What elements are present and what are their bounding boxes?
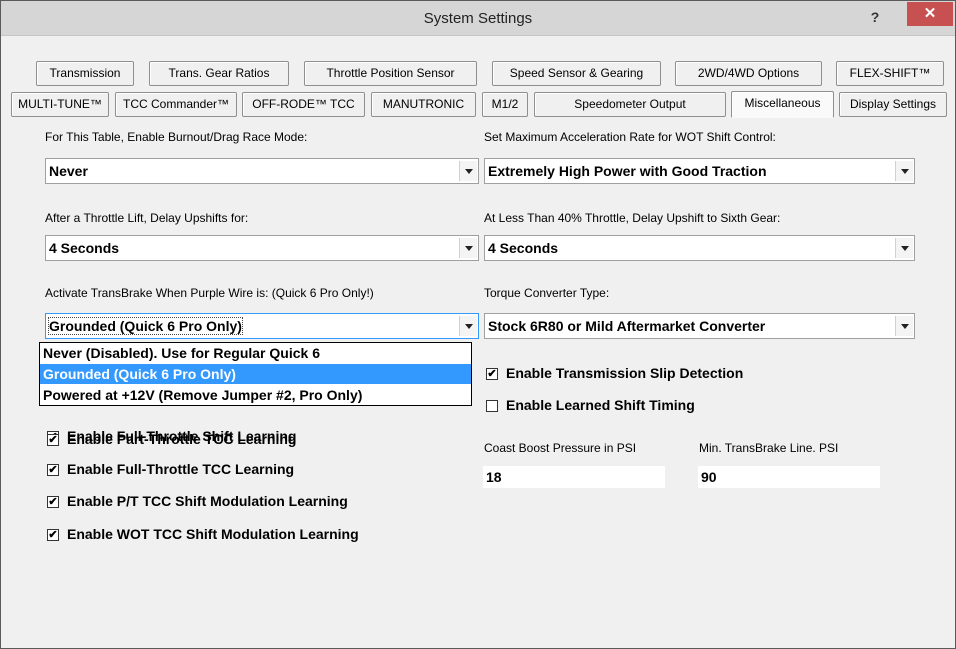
chevron-down-icon[interactable] <box>459 161 477 181</box>
check-icon[interactable]: ✔ <box>486 368 498 380</box>
transbrake-label: Activate TransBrake When Purple Wire is:… <box>45 286 374 300</box>
min-transbrake-input[interactable]: 90 <box>697 465 881 489</box>
chevron-down-icon[interactable] <box>459 316 477 336</box>
transbrake-select[interactable]: Grounded (Quick 6 Pro Only) <box>45 313 479 339</box>
checkbox-label: Enable Learned Shift Timing <box>506 397 695 413</box>
title-bar[interactable]: System Settings ? ✕ <box>1 1 955 36</box>
tab-display-settings[interactable]: Display Settings <box>839 92 947 117</box>
transbrake-option-never[interactable]: Never (Disabled). Use for Regular Quick … <box>40 343 471 363</box>
check-icon[interactable]: ✔ <box>47 529 59 541</box>
accel-rate-value: Extremely High Power with Good Traction <box>488 163 767 179</box>
tab-multi-tune[interactable]: MULTI-TUNE™ <box>11 92 109 117</box>
delay-upshift-label: After a Throttle Lift, Delay Upshifts fo… <box>45 211 249 225</box>
check-icon[interactable]: ✔ <box>47 434 59 446</box>
converter-type-label: Torque Converter Type: <box>484 286 610 300</box>
chevron-down-icon[interactable] <box>895 316 913 336</box>
burnout-mode-label: For This Table, Enable Burnout/Drag Race… <box>45 130 308 144</box>
chevron-down-icon[interactable] <box>895 161 913 181</box>
tab-manutronic[interactable]: MANUTRONIC <box>371 92 476 117</box>
checkbox-label: Enable Part-Throttle TCC Learning <box>67 431 297 447</box>
converter-type-select[interactable]: Stock 6R80 or Mild Aftermarket Converter <box>484 313 915 339</box>
tab-2wd-4wd-options[interactable]: 2WD/4WD Options <box>675 61 822 86</box>
delay-upshift-select[interactable]: 4 Seconds <box>45 235 479 261</box>
sixth-gear-value: 4 Seconds <box>488 240 559 256</box>
delay-upshift-value: 4 Seconds <box>49 240 120 256</box>
system-settings-window: System Settings ? ✕ Transmission Trans. … <box>0 0 956 649</box>
checkbox-label: Enable Full-Throttle TCC Learning <box>67 461 295 477</box>
transbrake-value: Grounded (Quick 6 Pro Only) <box>48 317 243 335</box>
tab-trans-gear-ratios[interactable]: Trans. Gear Ratios <box>149 61 289 86</box>
accel-rate-label: Set Maximum Acceleration Rate for WOT Sh… <box>484 130 776 144</box>
check-icon[interactable] <box>486 400 498 412</box>
tab-m1-2[interactable]: M1/2 <box>482 92 528 117</box>
transbrake-option-grounded[interactable]: Grounded (Quick 6 Pro Only) <box>40 364 471 384</box>
close-icon: ✕ <box>923 5 937 22</box>
tab-off-rode-tcc[interactable]: OFF-RODE™ TCC <box>242 92 365 117</box>
tab-tcc-commander[interactable]: TCC Commander™ <box>115 92 237 117</box>
accel-rate-select[interactable]: Extremely High Power with Good Traction <box>484 158 915 184</box>
close-button[interactable]: ✕ <box>907 2 953 26</box>
checkbox-label: Enable P/T TCC Shift Modulation Learning <box>67 493 348 509</box>
coast-boost-input[interactable]: 18 <box>482 465 666 489</box>
transbrake-option-powered-12v[interactable]: Powered at +12V (Remove Jumper #2, Pro O… <box>40 385 471 405</box>
help-button[interactable]: ? <box>861 7 889 27</box>
burnout-mode-value: Never <box>49 163 88 179</box>
coast-boost-label: Coast Boost Pressure in PSI <box>484 441 637 455</box>
check-icon[interactable]: ✔ <box>47 496 59 508</box>
burnout-mode-select[interactable]: Never <box>45 158 479 184</box>
settings-panel: Transmission Trans. Gear Ratios Throttle… <box>9 37 947 642</box>
tab-flex-shift[interactable]: FLEX-SHIFT™ <box>836 61 944 86</box>
sixth-gear-select[interactable]: 4 Seconds <box>484 235 915 261</box>
transbrake-dropdown-list: Never (Disabled). Use for Regular Quick … <box>39 342 472 406</box>
window-title: System Settings <box>423 10 533 27</box>
sixth-gear-label: At Less Than 40% Throttle, Delay Upshift… <box>484 211 781 225</box>
chevron-down-icon[interactable] <box>459 238 477 258</box>
chevron-down-icon[interactable] <box>895 238 913 258</box>
tab-throttle-position-sensor[interactable]: Throttle Position Sensor <box>304 61 477 86</box>
tab-speedometer-output[interactable]: Speedometer Output <box>534 92 726 117</box>
tab-transmission[interactable]: Transmission <box>36 61 134 86</box>
checkbox-label: Enable Transmission Slip Detection <box>506 365 744 381</box>
check-icon[interactable]: ✔ <box>47 464 59 476</box>
min-transbrake-label: Min. TransBrake Line. PSI <box>699 441 839 455</box>
converter-type-value: Stock 6R80 or Mild Aftermarket Converter <box>488 318 766 334</box>
tab-miscellaneous[interactable]: Miscellaneous <box>731 91 834 118</box>
tab-speed-sensor-gearing[interactable]: Speed Sensor & Gearing <box>492 61 661 86</box>
checkbox-label: Enable WOT TCC Shift Modulation Learning <box>67 526 359 542</box>
